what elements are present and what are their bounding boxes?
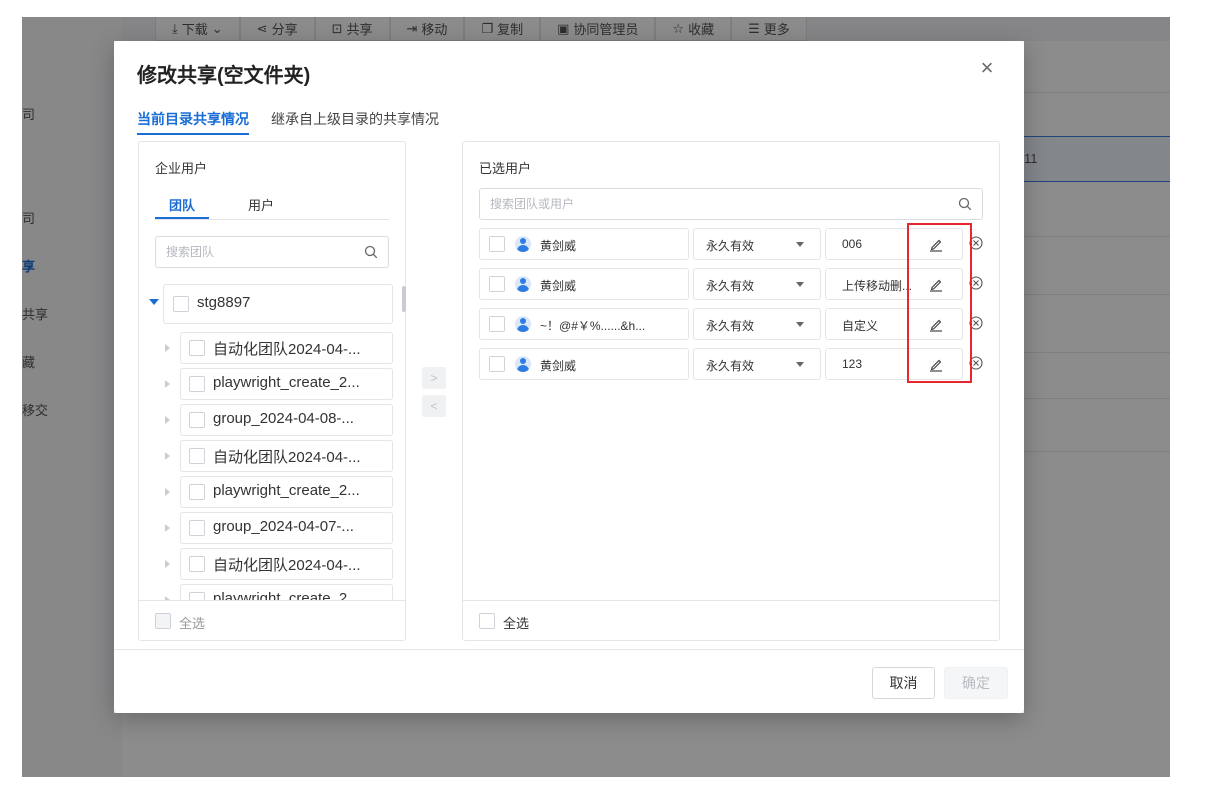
tree-item-checkbox[interactable] bbox=[189, 592, 205, 600]
edit-icon[interactable] bbox=[927, 235, 945, 253]
remove-circle-icon[interactable] bbox=[969, 236, 983, 250]
validity-select[interactable]: 永久有效 bbox=[693, 268, 821, 300]
caret-right-icon[interactable] bbox=[165, 416, 170, 424]
validity-select[interactable]: 永久有效 bbox=[693, 348, 821, 380]
dropdown-arrow-icon bbox=[796, 282, 804, 287]
tree-item[interactable]: 自动化团队2024-04-... bbox=[147, 332, 393, 364]
team-search-input[interactable] bbox=[166, 245, 326, 259]
dialog-tabs: 当前目录共享情况 继承自上级目录的共享情况 bbox=[137, 109, 439, 135]
row-checkbox[interactable] bbox=[489, 236, 505, 252]
caret-right-icon[interactable] bbox=[165, 560, 170, 568]
select-all-label: 全选 bbox=[503, 616, 530, 631]
select-all-checkbox[interactable] bbox=[155, 613, 171, 629]
tree-item[interactable]: playwright_create_2... bbox=[147, 584, 393, 600]
edit-icon[interactable] bbox=[927, 275, 945, 293]
row-checkbox[interactable] bbox=[489, 316, 505, 332]
validity-select[interactable]: 永久有效 bbox=[693, 308, 821, 340]
team-search-box bbox=[155, 236, 389, 268]
selected-user-row: 黄剑威 永久有效 006 bbox=[479, 228, 999, 260]
search-icon[interactable] bbox=[958, 197, 972, 211]
enterprise-users-panel: 企业用户 团队 用户 stg8897 自动化团队2024-04-... play… bbox=[138, 141, 406, 641]
user-avatar-icon bbox=[515, 276, 531, 292]
close-icon[interactable]: × bbox=[976, 57, 998, 79]
dropdown-arrow-icon bbox=[796, 362, 804, 367]
user-name: 黄剑威 bbox=[540, 239, 577, 253]
select-all-label: 全选 bbox=[179, 616, 206, 631]
selected-search-input[interactable] bbox=[490, 197, 650, 211]
user-avatar-icon bbox=[515, 236, 531, 252]
cancel-button[interactable]: 取消 bbox=[872, 667, 935, 699]
panel-title: 企业用户 bbox=[155, 161, 208, 176]
tree-root-node[interactable]: stg8897 bbox=[147, 284, 393, 324]
tree-item-checkbox[interactable] bbox=[189, 448, 205, 464]
search-icon[interactable] bbox=[364, 245, 378, 259]
tree-root-label: stg8897 bbox=[197, 294, 251, 311]
tree-item-checkbox[interactable] bbox=[189, 520, 205, 536]
tree-item-checkbox[interactable] bbox=[189, 340, 205, 356]
select-all-checkbox[interactable] bbox=[479, 613, 495, 629]
transfer-buttons: > < bbox=[422, 367, 446, 423]
tree-item-checkbox[interactable] bbox=[189, 556, 205, 572]
tree-item[interactable]: group_2024-04-08-... bbox=[147, 404, 393, 436]
remove-circle-icon[interactable] bbox=[969, 316, 983, 330]
validity-select[interactable]: 永久有效 bbox=[693, 228, 821, 260]
user-name: 黄剑威 bbox=[540, 359, 577, 373]
tree-item[interactable]: 自动化团队2024-04-... bbox=[147, 548, 393, 580]
user-name: ~！@#￥%......&h... bbox=[540, 319, 646, 333]
right-panel-footer: 全选 bbox=[463, 600, 999, 640]
remove-circle-icon[interactable] bbox=[969, 356, 983, 370]
tree-item-checkbox[interactable] bbox=[189, 484, 205, 500]
caret-down-icon[interactable] bbox=[149, 299, 159, 305]
left-panel-footer: 全选 bbox=[139, 600, 405, 640]
caret-right-icon[interactable] bbox=[165, 452, 170, 460]
caret-right-icon[interactable] bbox=[165, 380, 170, 388]
row-checkbox[interactable] bbox=[489, 356, 505, 372]
tree-root-checkbox[interactable] bbox=[173, 296, 189, 312]
dialog-title: 修改共享(空文件夹) bbox=[137, 65, 311, 87]
remove-selected-button[interactable]: < bbox=[422, 395, 446, 417]
dropdown-arrow-icon bbox=[796, 322, 804, 327]
selected-user-row: 黄剑威 永久有效 上传移动删... bbox=[479, 268, 999, 300]
selected-users-panel: 已选用户 黄剑威 永久有效 006 黄剑威 永久有效 上传移动删... ~！@#… bbox=[462, 141, 1000, 641]
add-selected-button[interactable]: > bbox=[422, 367, 446, 389]
confirm-button[interactable]: 确定 bbox=[944, 667, 1008, 699]
user-name: 黄剑威 bbox=[540, 279, 577, 293]
user-avatar-icon bbox=[515, 316, 531, 332]
tree-item[interactable]: 自动化团队2024-04-... bbox=[147, 440, 393, 472]
team-tree: stg8897 自动化团队2024-04-... playwright_crea… bbox=[147, 282, 405, 600]
caret-right-icon[interactable] bbox=[165, 488, 170, 496]
tree-item[interactable]: group_2024-04-07-... bbox=[147, 512, 393, 544]
share-dialog: 修改共享(空文件夹) × 当前目录共享情况 继承自上级目录的共享情况 企业用户 … bbox=[114, 41, 1024, 713]
tree-scrollbar[interactable] bbox=[402, 286, 406, 312]
user-avatar-icon bbox=[515, 356, 531, 372]
tree-item-checkbox[interactable] bbox=[189, 376, 205, 392]
caret-right-icon[interactable] bbox=[165, 524, 170, 532]
dialog-footer: 取消 确定 bbox=[114, 649, 1024, 713]
edit-icon[interactable] bbox=[927, 355, 945, 373]
tab-users[interactable]: 用户 bbox=[233, 194, 289, 219]
row-checkbox[interactable] bbox=[489, 276, 505, 292]
user-type-tabs: 团队 用户 bbox=[155, 194, 389, 220]
tree-item-checkbox[interactable] bbox=[189, 412, 205, 428]
panel-title: 已选用户 bbox=[479, 161, 532, 176]
selected-user-row: ~！@#￥%......&h... 永久有效 自定义 bbox=[479, 308, 999, 340]
tab-inherited[interactable]: 继承自上级目录的共享情况 bbox=[271, 109, 439, 135]
tab-current-directory[interactable]: 当前目录共享情况 bbox=[137, 109, 249, 135]
selected-user-row: 黄剑威 永久有效 123 bbox=[479, 348, 999, 380]
dropdown-arrow-icon bbox=[796, 242, 804, 247]
selected-search-box bbox=[479, 188, 983, 220]
tree-item[interactable]: playwright_create_2... bbox=[147, 368, 393, 400]
tab-teams[interactable]: 团队 bbox=[155, 194, 209, 219]
tree-item[interactable]: playwright_create_2... bbox=[147, 476, 393, 508]
remove-circle-icon[interactable] bbox=[969, 276, 983, 290]
edit-icon[interactable] bbox=[927, 315, 945, 333]
caret-right-icon[interactable] bbox=[165, 344, 170, 352]
